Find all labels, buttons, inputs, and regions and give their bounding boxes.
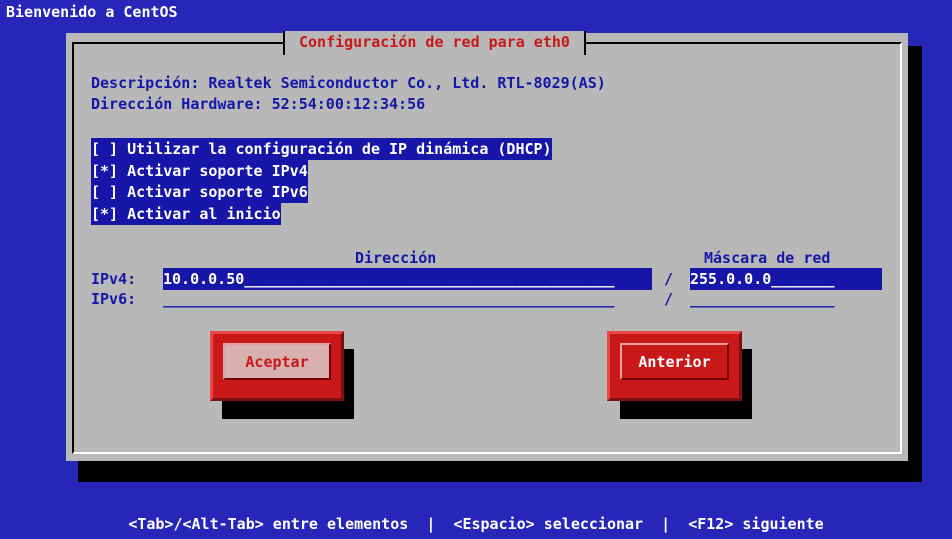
ipv4-checkbox[interactable]: [*] Activar soporte IPv4 [91, 160, 308, 182]
dialog-title: Configuración de red para eth0 [283, 31, 586, 55]
ipv6-label: IPv6: [91, 290, 137, 308]
ipv4-label: IPv4: [91, 270, 137, 288]
ipv6-netmask-input[interactable]: ________________ [690, 288, 882, 310]
ipv6-checkbox[interactable]: [ ] Activar soporte IPv6 [91, 181, 308, 203]
hardware-address: Dirección Hardware: 52:54:00:12:34:56 [91, 95, 426, 113]
address-header: Dirección [355, 249, 437, 267]
ok-button[interactable]: Aceptar [210, 331, 344, 401]
ipv6-separator: / [664, 290, 674, 308]
help-bar: <Tab>/<Alt-Tab> entre elementos | <Espac… [128, 515, 824, 533]
onboot-checkbox[interactable]: [*] Activar al inicio [91, 203, 281, 225]
netmask-header: Máscara de red [704, 249, 831, 267]
dhcp-checkbox[interactable]: [ ] Utilizar la configuración de IP diná… [91, 138, 552, 160]
ipv4-netmask-input[interactable]: 255.0.0.0_______ [690, 268, 882, 290]
top-bar: Bienvenido a CentOS [0, 0, 952, 22]
ok-button-label: Aceptar [223, 343, 331, 380]
ipv4-address-input[interactable]: 10.0.0.50_______________________________… [163, 268, 652, 290]
ipv6-address-input[interactable]: ________________________________________… [163, 288, 652, 310]
back-button-label: Anterior [620, 343, 729, 380]
back-button[interactable]: Anterior [607, 331, 742, 401]
welcome-title: Bienvenido a CentOS [6, 3, 178, 21]
device-description: Descripción: Realtek Semiconductor Co., … [91, 74, 606, 92]
ipv4-separator: / [664, 270, 674, 288]
